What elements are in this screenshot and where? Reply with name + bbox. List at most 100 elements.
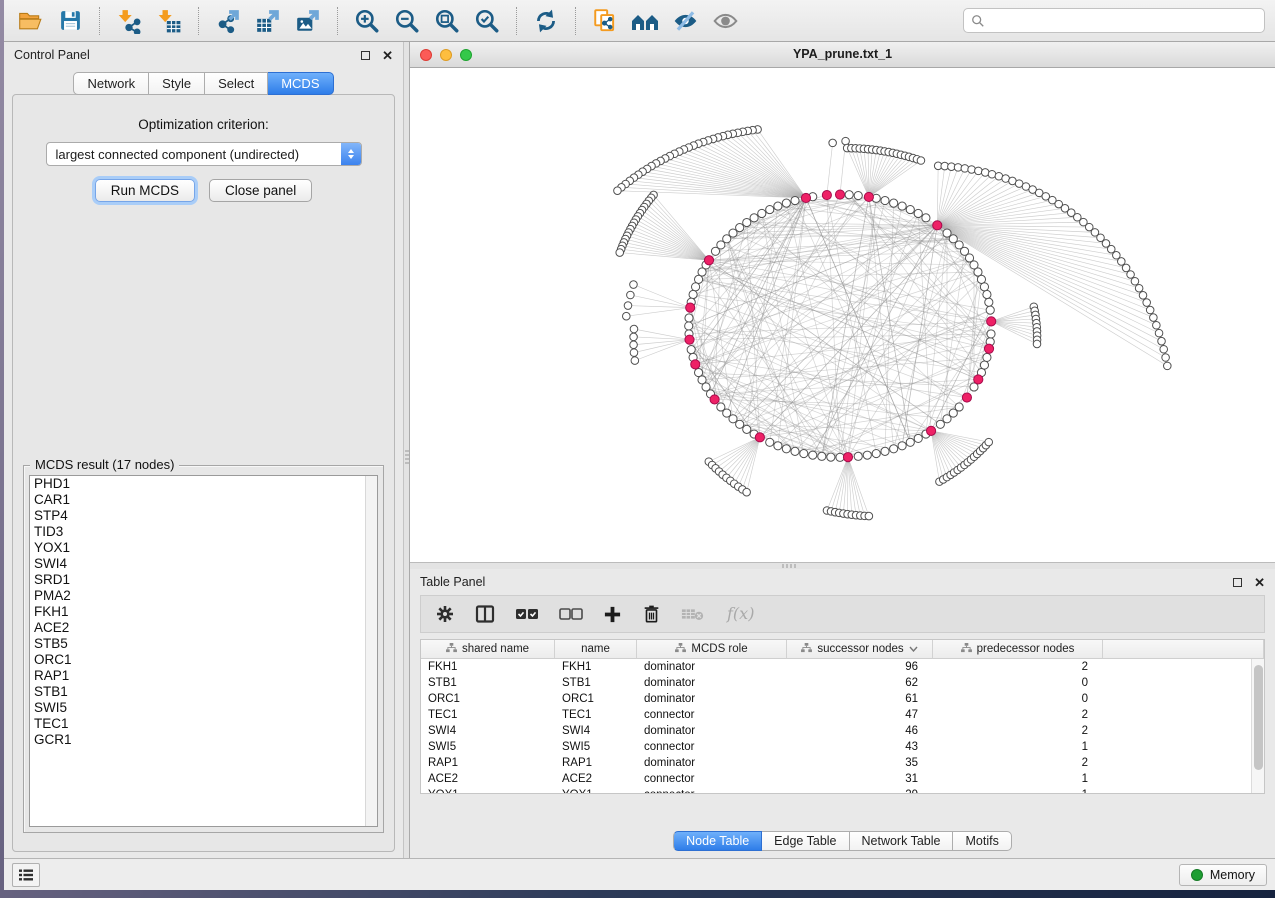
column-header-MCDS-role[interactable]: MCDS role [637,640,787,659]
zoom-out-icon[interactable] [391,5,423,37]
mcds-result-item[interactable]: SWI5 [30,700,377,716]
mcds-result-item[interactable]: CAR1 [30,492,377,508]
mcds-result-item[interactable]: STB1 [30,684,377,700]
table-cell: FKH1 [555,659,637,675]
table-cell: 47 [787,707,933,723]
zoom-selected-icon[interactable] [471,5,503,37]
table-mode-icon[interactable] [435,604,455,624]
table-row[interactable]: TEC1TEC1connector472 [421,707,1251,723]
apply-layout-icon[interactable] [530,5,562,37]
table-row[interactable]: ORC1ORC1dominator610 [421,691,1251,707]
mcds-result-item[interactable]: SWI4 [30,556,377,572]
import-table-icon[interactable] [153,5,185,37]
hide-selected-icon[interactable] [669,5,701,37]
table-cell: 2 [933,659,1103,675]
optimization-criterion-label: Optimization criterion: [138,117,269,132]
deselect-all-rows-icon[interactable] [559,606,583,622]
export-image-icon[interactable] [292,5,324,37]
main-toolbar [4,0,1275,42]
mcds-result-item[interactable]: STP4 [30,508,377,524]
table-row[interactable]: STB1STB1dominator620 [421,675,1251,691]
table-row[interactable]: RAP1RAP1dominator352 [421,755,1251,771]
network-view-canvas[interactable] [410,68,1275,562]
table-cell: 43 [787,739,933,755]
network-from-selection-icon[interactable] [589,5,621,37]
float-panel-icon[interactable] [361,51,370,60]
column-header-successor-nodes[interactable]: successor nodes [787,640,933,659]
vertical-splitter[interactable] [403,42,410,858]
table-cell: 1 [933,739,1103,755]
export-table-icon[interactable] [252,5,284,37]
mcds-result-item[interactable]: RAP1 [30,668,377,684]
mcds-result-item[interactable]: YOX1 [30,540,377,556]
search-input[interactable] [990,14,1257,28]
show-all-icon[interactable] [709,5,741,37]
memory-button[interactable]: Memory [1179,864,1267,886]
mcds-result-scrollbar[interactable] [365,476,377,826]
node-table: shared namenameMCDS rolesuccessor nodesp… [420,639,1265,794]
table-row[interactable]: YOX1YOX1connector291 [421,787,1251,793]
column-visibility-icon[interactable] [475,604,495,624]
tab-node-table[interactable]: Node Table [673,831,762,851]
delete-columns-icon[interactable] [642,604,661,624]
mcds-result-groupbox: MCDS result (17 nodes) PHD1CAR1STP4TID3Y… [23,465,384,833]
float-panel-icon[interactable] [1233,578,1242,587]
mcds-result-item[interactable]: FKH1 [30,604,377,620]
mcds-result-item[interactable]: TID3 [30,524,377,540]
zoom-fit-icon[interactable] [431,5,463,37]
close-panel-icon[interactable]: ✕ [1254,576,1265,589]
close-panel-button[interactable]: Close panel [209,179,312,202]
search-box[interactable] [963,8,1265,33]
table-scrollbar[interactable] [1251,659,1264,793]
close-panel-icon[interactable]: ✕ [382,49,393,62]
network-window-titlebar[interactable]: YPA_prune.txt_1 [410,42,1275,68]
tab-select[interactable]: Select [205,72,268,95]
tab-network-table[interactable]: Network Table [850,831,954,851]
toolbar-separator [99,7,100,35]
table-cell: YOX1 [555,787,637,793]
mcds-result-item[interactable]: TEC1 [30,716,377,732]
table-row[interactable]: FKH1FKH1dominator962 [421,659,1251,675]
column-type-icon [961,643,972,656]
tab-style[interactable]: Style [149,72,205,95]
table-row[interactable]: SWI5SWI5connector431 [421,739,1251,755]
table-row[interactable]: ACE2ACE2connector311 [421,771,1251,787]
table-row[interactable]: SWI4SWI4dominator462 [421,723,1251,739]
table-cell: 2 [933,723,1103,739]
column-header-predecessor-nodes[interactable]: predecessor nodes [933,640,1103,659]
mcds-result-item[interactable]: PMA2 [30,588,377,604]
run-mcds-button[interactable]: Run MCDS [95,179,195,202]
save-session-icon[interactable] [54,5,86,37]
import-network-icon[interactable] [113,5,145,37]
export-network-icon[interactable] [212,5,244,37]
table-body: FKH1FKH1dominator962STB1STB1dominator620… [421,659,1251,793]
criterion-dropdown[interactable]: largest connected component (undirected) [46,142,362,166]
table-cell: STB1 [421,675,555,691]
show-task-history-button[interactable] [12,863,40,887]
table-cell: connector [637,787,787,793]
first-neighbors-icon[interactable] [629,5,661,37]
select-all-rows-icon[interactable] [515,606,539,622]
mcds-result-list[interactable]: PHD1CAR1STP4TID3YOX1SWI4SRD1PMA2FKH1ACE2… [29,475,378,827]
table-scrollbar-thumb[interactable] [1254,665,1263,770]
table-cell: 35 [787,755,933,771]
zoom-in-icon[interactable] [351,5,383,37]
create-column-icon[interactable] [603,605,622,624]
mcds-result-item[interactable]: PHD1 [30,476,377,492]
splitter-grip-icon [782,564,796,568]
mcds-result-item[interactable]: STB5 [30,636,377,652]
horizontal-splitter[interactable] [410,562,1275,569]
mcds-result-item[interactable]: ORC1 [30,652,377,668]
tab-edge-table[interactable]: Edge Table [762,831,849,851]
application-window: Control Panel ✕ Network Style Select MCD… [4,0,1275,890]
mcds-result-item[interactable]: GCR1 [30,732,377,748]
tab-network[interactable]: Network [73,72,149,95]
column-header-name[interactable]: name [555,640,637,659]
tab-motifs[interactable]: Motifs [953,831,1011,851]
table-cell: 61 [787,691,933,707]
open-file-icon[interactable] [14,5,46,37]
mcds-result-item[interactable]: ACE2 [30,620,377,636]
tab-mcds[interactable]: MCDS [268,72,333,95]
mcds-result-item[interactable]: SRD1 [30,572,377,588]
column-header-shared-name[interactable]: shared name [421,640,555,659]
